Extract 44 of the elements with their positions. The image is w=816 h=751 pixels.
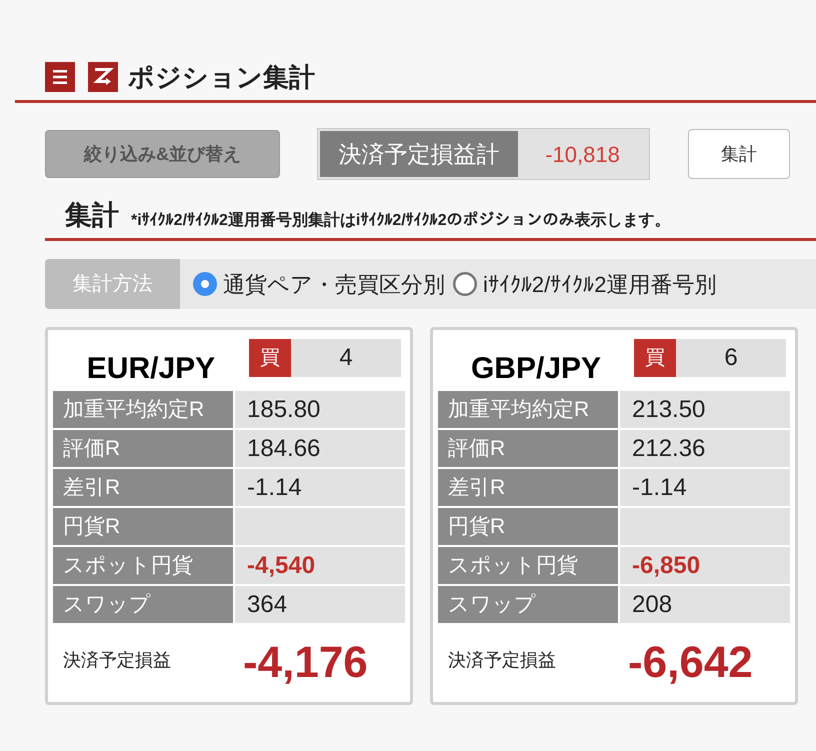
row-value: -6,850 bbox=[620, 547, 790, 584]
currency-pair: GBP/JPY bbox=[470, 354, 602, 384]
row-label: 差引R bbox=[53, 469, 233, 506]
row-value: 185.80 bbox=[235, 391, 405, 428]
side-badge: 買 bbox=[634, 339, 676, 377]
row-value: -4,540 bbox=[235, 547, 405, 584]
aggregate-button[interactable]: 集計 bbox=[688, 129, 790, 179]
total-label: 決済予定損益 bbox=[447, 649, 557, 672]
row-label: スワップ bbox=[438, 586, 618, 623]
row-value: 184.66 bbox=[235, 430, 405, 467]
radio-unselected-icon[interactable] bbox=[453, 272, 477, 296]
section-title: 集計 bbox=[65, 202, 119, 229]
method-option[interactable]: iｻｲｸﾙ2/ｻｲｸﾙ2運用番号別 bbox=[483, 268, 716, 300]
row-value: -1.14 bbox=[620, 469, 790, 506]
row-value: -1.14 bbox=[235, 469, 405, 506]
side-badge: 買 bbox=[249, 339, 291, 377]
row-label: 加重平均約定R bbox=[53, 391, 233, 428]
row-label: 評価R bbox=[53, 430, 233, 467]
row-value: 212.36 bbox=[620, 430, 790, 467]
method-label: 集計方法 bbox=[45, 259, 180, 309]
total-value: -6,642 bbox=[627, 641, 753, 685]
row-label: 円貨R bbox=[53, 508, 233, 545]
currency-pair: EUR/JPY bbox=[86, 354, 216, 384]
row-value: 364 bbox=[235, 586, 405, 623]
row-label: 評価R bbox=[438, 430, 618, 467]
row-label: スワップ bbox=[53, 586, 233, 623]
row-label: 差引R bbox=[438, 469, 618, 506]
radio-selected-icon[interactable] bbox=[193, 272, 217, 296]
section-note: *iｻｲｸﾙ2/ｻｲｸﾙ2運用番号別集計はiｻｲｸﾙ2/ｻｲｸﾙ2のポジションのみ表示します。 bbox=[131, 213, 671, 229]
total-label: 決済予定損益 bbox=[62, 649, 172, 672]
total-summary-value: -10,818 bbox=[544, 140, 621, 168]
position-count: 6 bbox=[676, 339, 786, 377]
row-label: 円貨R bbox=[438, 508, 618, 545]
position-count: 4 bbox=[291, 339, 401, 377]
row-value: 208 bbox=[620, 586, 790, 623]
row-value: 213.50 bbox=[620, 391, 790, 428]
menu-icon[interactable] bbox=[45, 62, 75, 92]
row-label: スポット円貨 bbox=[438, 547, 618, 584]
total-value: -4,176 bbox=[242, 641, 368, 685]
total-summary-label: 決済予定損益計 bbox=[320, 131, 518, 177]
row-label: スポット円貨 bbox=[53, 547, 233, 584]
page-title: ポジション集計 bbox=[128, 64, 315, 90]
method-option[interactable]: 通貨ペア・売買区分別 bbox=[223, 268, 445, 300]
row-label: 加重平均約定R bbox=[438, 391, 618, 428]
